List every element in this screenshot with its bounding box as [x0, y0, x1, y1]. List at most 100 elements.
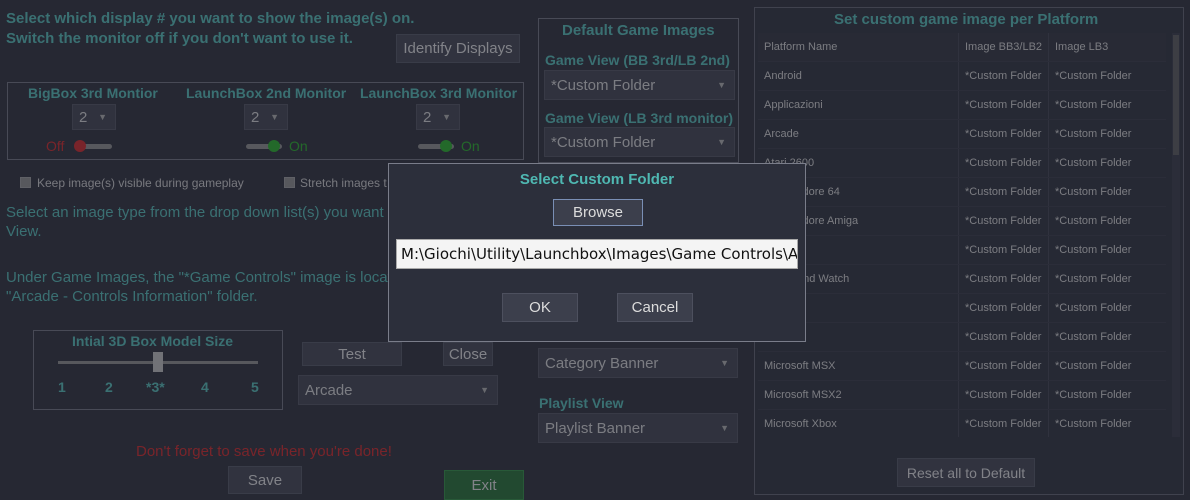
- table-row[interactable]: Android *Custom Folder *Custom Folder: [758, 62, 1166, 91]
- image-select-cell[interactable]: *Custom Folder: [958, 381, 1048, 409]
- image-select-cell[interactable]: *Custom Folder: [958, 120, 1048, 148]
- table-scrollbar-thumb[interactable]: [1173, 35, 1179, 155]
- reset-all-button[interactable]: Reset all to Default: [897, 458, 1035, 487]
- chevron-down-icon: ▼: [98, 112, 107, 122]
- toggle-state-launchbox-2nd: On: [289, 138, 308, 154]
- box-size-tick: 5: [251, 379, 259, 395]
- table-row[interactable]: MAME*Custom Folder*Custom Folder: [758, 323, 1166, 352]
- game-images-text-line1: Under Game Images, the "*Game Controls" …: [6, 269, 392, 286]
- table-row[interactable]: Game and Watch *Custom Folder *Custom Fold…: [758, 265, 1166, 294]
- image-select-cell[interactable]: *Custom Folder: [1048, 149, 1166, 177]
- image-select-cell[interactable]: *Custom Folder: [1048, 381, 1166, 409]
- exit-button[interactable]: Exit: [444, 470, 524, 500]
- chevron-down-icon: ▼: [717, 137, 726, 147]
- table-row[interactable]: Atari 2600*Custom Folder*Custom Folder: [758, 149, 1166, 178]
- platform-table: Platform Name Image BB3/LB2 Image LB3 An…: [758, 33, 1166, 437]
- toggle-knob-bigbox-3rd[interactable]: [74, 140, 86, 152]
- image-select-cell[interactable]: *Custom Folder: [1048, 323, 1166, 351]
- platform-name-cell[interactable]: Microsoft Xbox: [758, 410, 958, 437]
- image-select-cell[interactable]: *Custom Folder: [958, 207, 1048, 235]
- table-scrollbar[interactable]: [1172, 33, 1180, 437]
- stretch-images-checkbox[interactable]: [284, 177, 295, 188]
- image-select-cell[interactable]: *Custom Folder: [958, 178, 1048, 206]
- image-select-cell[interactable]: *Custom Folder: [958, 265, 1048, 293]
- monitor-select-launchbox-2nd[interactable]: 2 ▼: [244, 104, 288, 130]
- close-button[interactable]: Close: [443, 342, 493, 366]
- table-row[interactable]: Pinball*Custom Folder*Custom Folder: [758, 236, 1166, 265]
- platform-name-cell[interactable]: Android: [758, 62, 958, 90]
- image-select-cell[interactable]: *Custom Folder: [958, 91, 1048, 119]
- instructions-line2: Switch the monitor off if you don't want…: [6, 30, 353, 47]
- toggle-knob-launchbox-2nd[interactable]: [268, 140, 280, 152]
- toggle-knob-launchbox-3rd[interactable]: [440, 140, 452, 152]
- platform-name-cell[interactable]: Arcade: [758, 120, 958, 148]
- image-type-text-line2: View.: [6, 223, 42, 240]
- chevron-down-icon: ▼: [270, 112, 279, 122]
- image-select-cell[interactable]: *Custom Folder: [958, 323, 1048, 351]
- ok-button[interactable]: OK: [502, 293, 578, 322]
- identify-displays-button[interactable]: Identify Displays: [396, 34, 520, 63]
- monitor-select-bigbox-3rd[interactable]: 2 ▼: [72, 104, 116, 130]
- table-row[interactable]: Microsoft MSX *Custom Folder *Custom Folde…: [758, 352, 1166, 381]
- image-select-cell[interactable]: *Custom Folder: [958, 352, 1048, 380]
- image-select-cell[interactable]: *Custom Folder: [958, 149, 1048, 177]
- playlist-select[interactable]: Playlist Banner ▼: [538, 413, 738, 443]
- game-images-text-line2: "Arcade - Controls Information" folder.: [6, 288, 258, 305]
- game-view-bb-select[interactable]: *Custom Folder ▼: [544, 70, 735, 100]
- game-view-lb-label: Game View (LB 3rd monitor): [545, 110, 733, 126]
- image-select-cell[interactable]: *Custom Folder: [958, 294, 1048, 322]
- image-select-cell[interactable]: *Custom Folder: [958, 410, 1048, 437]
- chevron-down-icon: ▼: [717, 80, 726, 90]
- folder-path-input[interactable]: M:\Giochi\Utility\Launchbox\Images\Game …: [396, 239, 798, 269]
- save-reminder: Don't forget to save when you're done!: [136, 443, 392, 460]
- box-size-tick: 2: [105, 379, 113, 395]
- image-select-cell[interactable]: *Custom Folder: [1048, 410, 1166, 437]
- save-button[interactable]: Save: [228, 466, 302, 494]
- monitor-select-launchbox-3rd[interactable]: 2 ▼: [416, 104, 460, 130]
- toggle-state-launchbox-3rd: On: [461, 138, 480, 154]
- table-row[interactable]: Microsoft MSX2 *Custom Folder *Custom Fold…: [758, 381, 1166, 410]
- image-select-cell[interactable]: *Custom Folder: [1048, 265, 1166, 293]
- table-row[interactable]: Microsoft Xbox *Custom Folder *Custom Fold…: [758, 410, 1166, 437]
- image-select-cell[interactable]: *Custom Folder: [1048, 207, 1166, 235]
- cancel-button[interactable]: Cancel: [617, 293, 693, 322]
- image-select-cell[interactable]: *Custom Folder: [1048, 294, 1166, 322]
- category-select[interactable]: Category Banner ▼: [538, 348, 738, 378]
- platform-panel-title: Set custom game image per Platform: [834, 11, 1099, 28]
- box-size-slider-thumb[interactable]: [153, 352, 163, 372]
- test-button[interactable]: Test: [302, 342, 402, 366]
- playlist-label: Playlist View: [539, 395, 624, 411]
- game-view-bb-label: Game View (BB 3rd/LB 2nd): [545, 52, 730, 68]
- image-select-cell[interactable]: *Custom Folder: [1048, 120, 1166, 148]
- image-select-cell[interactable]: *Custom Folder: [1048, 91, 1166, 119]
- image-select-cell[interactable]: *Custom Folder: [958, 236, 1048, 264]
- table-row[interactable]: Applicazioni *Custom Folder *Custom Folder: [758, 91, 1166, 120]
- column-header[interactable]: Image LB3: [1048, 33, 1166, 61]
- platform-name-cell[interactable]: Microsoft MSX: [758, 352, 958, 380]
- image-select-cell[interactable]: *Custom Folder: [1048, 352, 1166, 380]
- table-body: Android *Custom Folder *Custom Folder Appli…: [758, 62, 1166, 437]
- column-header[interactable]: Image BB3/LB2: [958, 33, 1048, 61]
- table-header: Platform Name Image BB3/LB2 Image LB3: [758, 33, 1166, 62]
- platform-name-cell[interactable]: Applicazioni: [758, 91, 958, 119]
- column-header[interactable]: Platform Name: [758, 33, 958, 61]
- image-select-cell[interactable]: *Custom Folder: [958, 62, 1048, 90]
- game-view-lb-select[interactable]: *Custom Folder ▼: [544, 127, 735, 157]
- table-row[interactable]: Vectrex*Custom Folder*Custom Folder: [758, 294, 1166, 323]
- platform-select[interactable]: Arcade ▼: [298, 375, 498, 405]
- platform-name-cell[interactable]: Microsoft MSX2: [758, 381, 958, 409]
- browse-button[interactable]: Browse: [553, 199, 643, 226]
- keep-visible-checkbox[interactable]: [20, 177, 31, 188]
- keep-visible-label: Keep image(s) visible during gameplay: [37, 176, 244, 190]
- chevron-down-icon: ▼: [720, 358, 729, 368]
- image-select-cell[interactable]: *Custom Folder: [1048, 178, 1166, 206]
- instructions-line1: Select which display # you want to show …: [6, 10, 415, 27]
- monitor-label-bigbox-3rd: BigBox 3rd Montior: [28, 85, 158, 101]
- image-select-cell[interactable]: *Custom Folder: [1048, 62, 1166, 90]
- select-folder-dialog: Select Custom Folder Browse M:\Giochi\Ut…: [388, 163, 806, 342]
- table-row[interactable]: Arcade *Custom Folder *Custom Folder: [758, 120, 1166, 149]
- table-row[interactable]: Commodore Amiga *Custom Folder *Custom Fol…: [758, 207, 1166, 236]
- table-row[interactable]: Commodore 64*Custom Folder*Custom Folder: [758, 178, 1166, 207]
- box-size-tick: *3*: [146, 379, 165, 395]
- image-select-cell[interactable]: *Custom Folder: [1048, 236, 1166, 264]
